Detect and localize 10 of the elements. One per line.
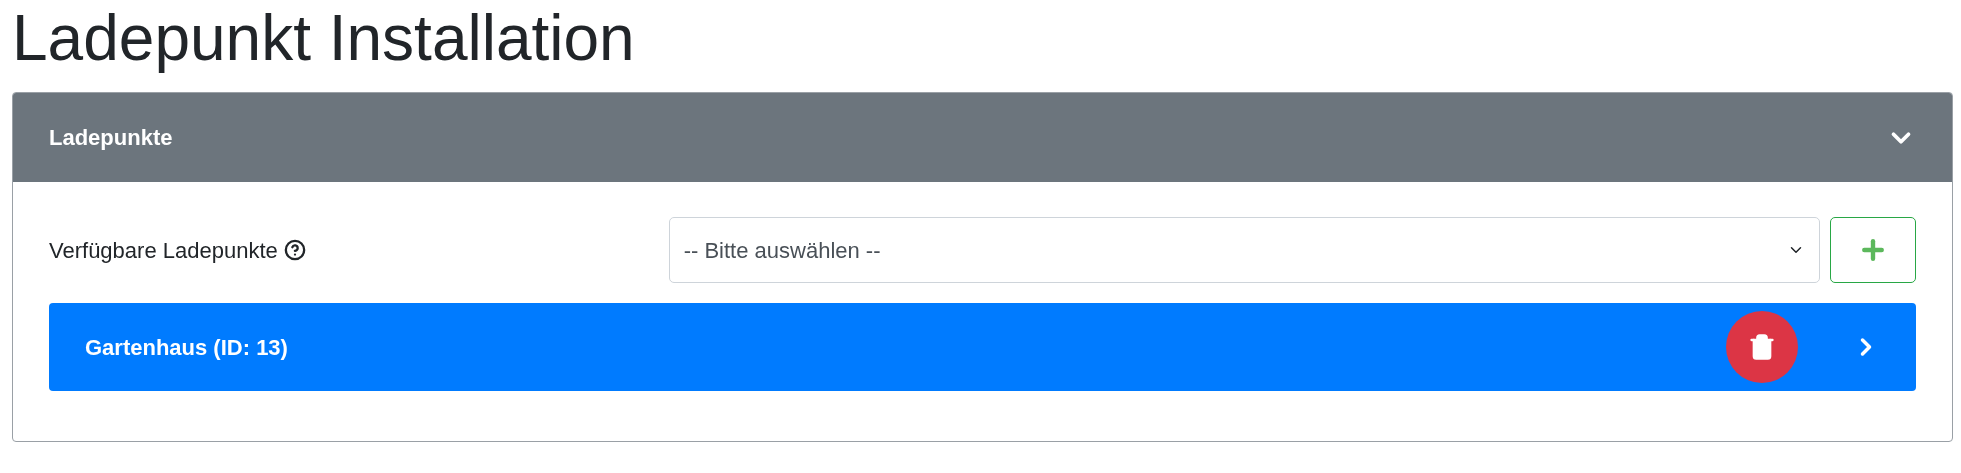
panel-title: Ladepunkte	[49, 124, 173, 152]
item-title: Gartenhaus (ID: 13)	[85, 333, 289, 362]
help-icon[interactable]	[283, 239, 306, 261]
field-label: Verfügbare Ladepunkte	[49, 236, 278, 265]
select-field[interactable]: -- Bitte auswählen --	[668, 217, 1821, 283]
trash-icon	[1748, 333, 1776, 361]
page-title: Ladepunkt Installation	[12, 1, 635, 76]
panel-header[interactable]: Ladepunkte	[13, 93, 1952, 182]
list-item[interactable]: Gartenhaus (ID: 13)	[49, 303, 1916, 391]
add-button[interactable]	[1830, 217, 1916, 283]
